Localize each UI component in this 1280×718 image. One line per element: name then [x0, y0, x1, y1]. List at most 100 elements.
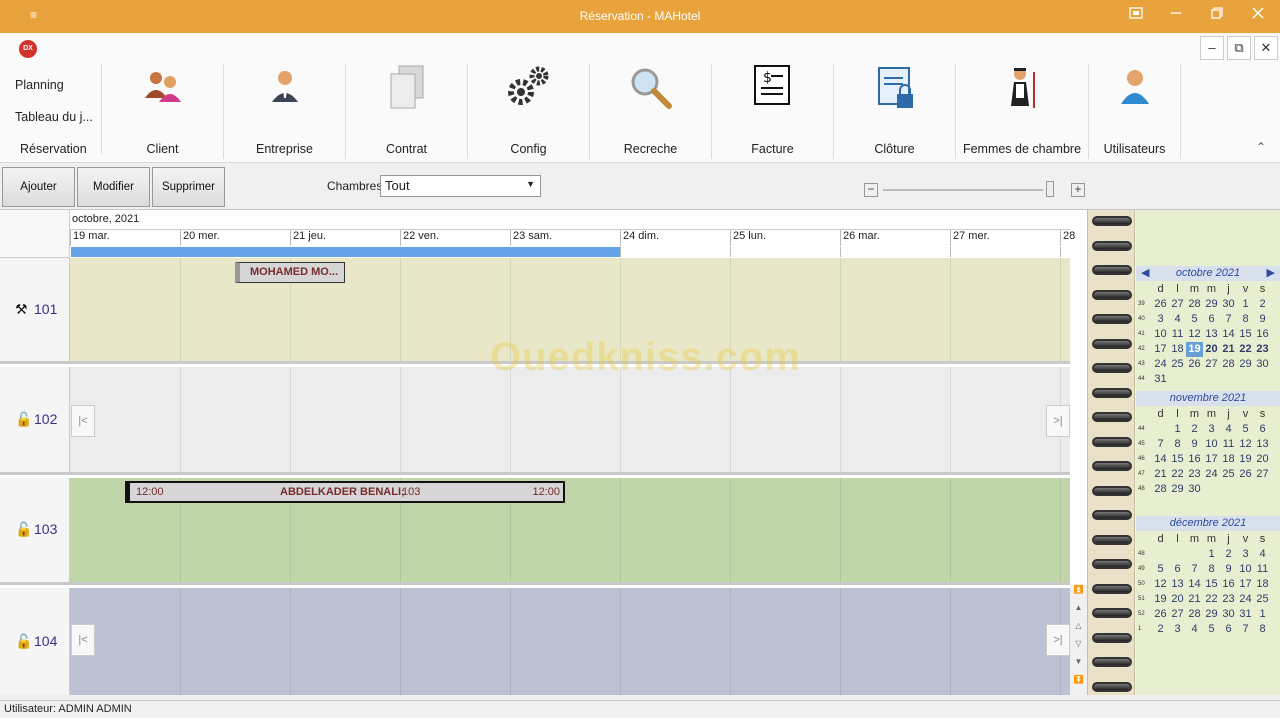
- calendar-day[interactable]: 19: [1237, 452, 1254, 467]
- calendar-day[interactable]: 27: [1169, 607, 1186, 622]
- calendar-day[interactable]: 13: [1254, 437, 1271, 452]
- day-header[interactable]: 19 mar.: [70, 230, 180, 246]
- calendar-day[interactable]: 11: [1220, 437, 1237, 452]
- ribbon-cloture-button[interactable]: Clôture: [834, 64, 956, 159]
- calendar-day[interactable]: 19: [1186, 342, 1203, 357]
- calendar-day[interactable]: 11: [1169, 327, 1186, 342]
- calendar-day[interactable]: 15: [1237, 327, 1254, 342]
- prev-appointment-button[interactable]: |<: [71, 624, 95, 656]
- mdi-close-button[interactable]: ✕: [1254, 36, 1278, 60]
- mdi-minimize-button[interactable]: –: [1200, 36, 1224, 60]
- calendar-day[interactable]: 22: [1203, 592, 1220, 607]
- close-button[interactable]: [1246, 6, 1270, 26]
- calendar-day[interactable]: 17: [1152, 342, 1169, 357]
- calendar-day[interactable]: 27: [1254, 467, 1271, 482]
- calendar-day[interactable]: 3: [1152, 312, 1169, 327]
- calendar-day[interactable]: 7: [1237, 622, 1254, 637]
- calendar-day[interactable]: 9: [1220, 562, 1237, 577]
- scroll-page-down-icon[interactable]: ▼: [1070, 657, 1087, 673]
- scroll-down-icon[interactable]: ▽: [1070, 639, 1087, 655]
- calendar-day[interactable]: 20: [1254, 452, 1271, 467]
- calendar-day[interactable]: 31: [1237, 607, 1254, 622]
- calendar-day[interactable]: 6: [1169, 562, 1186, 577]
- room-row-103[interactable]: 🔓 103 12:00 ABDELKADER BENALI; 103 12:00: [0, 478, 1070, 585]
- calendar-day[interactable]: 4: [1169, 312, 1186, 327]
- calendar-day[interactable]: 10: [1152, 327, 1169, 342]
- prev-month-icon[interactable]: ◀: [1141, 266, 1149, 281]
- calendar-day[interactable]: 23: [1220, 592, 1237, 607]
- day-header[interactable]: 24 dim.: [620, 230, 730, 246]
- calendar-day[interactable]: 6: [1254, 422, 1271, 437]
- booking-bar[interactable]: MOHAMED MO...: [235, 262, 345, 283]
- scroll-up-icon[interactable]: △: [1070, 621, 1087, 637]
- next-appointment-button[interactable]: >|: [1046, 405, 1070, 437]
- calendar-day[interactable]: 14: [1186, 577, 1203, 592]
- delete-button[interactable]: Supprimer: [152, 167, 225, 207]
- calendar-day[interactable]: 17: [1203, 452, 1220, 467]
- calendar-day[interactable]: 30: [1220, 297, 1237, 312]
- calendar-day[interactable]: 8: [1237, 312, 1254, 327]
- calendar-day[interactable]: 4: [1186, 622, 1203, 637]
- calendar-day[interactable]: 6: [1220, 622, 1237, 637]
- day-header[interactable]: 25 lun.: [730, 230, 840, 246]
- calendar-day[interactable]: 7: [1152, 437, 1169, 452]
- calendar-day[interactable]: 8: [1254, 622, 1271, 637]
- calendar-day[interactable]: 1: [1203, 547, 1220, 562]
- mdi-restore-button[interactable]: ⧉: [1227, 36, 1251, 60]
- calendar-day[interactable]: 27: [1169, 297, 1186, 312]
- calendar-day[interactable]: 16: [1186, 452, 1203, 467]
- zoom-slider-track[interactable]: [883, 189, 1043, 191]
- app-logo[interactable]: DX: [19, 40, 37, 58]
- calendar-day[interactable]: 5: [1237, 422, 1254, 437]
- calendar-day[interactable]: 23: [1186, 467, 1203, 482]
- calendar-day[interactable]: 8: [1169, 437, 1186, 452]
- calendar-day[interactable]: 25: [1169, 357, 1186, 372]
- calendar-day[interactable]: 1: [1237, 297, 1254, 312]
- calendar-day[interactable]: 29: [1203, 607, 1220, 622]
- calendar-day[interactable]: 26: [1237, 467, 1254, 482]
- modify-button[interactable]: Modifier: [77, 167, 150, 207]
- calendar-day[interactable]: 5: [1152, 562, 1169, 577]
- calendar-day[interactable]: 4: [1220, 422, 1237, 437]
- calendar-day[interactable]: 28: [1152, 482, 1169, 497]
- collapse-ribbon-icon[interactable]: ⌃: [1256, 140, 1266, 154]
- ribbon-entreprise-button[interactable]: Entreprise: [224, 64, 346, 159]
- next-month-icon[interactable]: ▶: [1267, 266, 1275, 281]
- calendar-day[interactable]: 24: [1237, 592, 1254, 607]
- calendar-day[interactable]: 23: [1254, 342, 1271, 357]
- calendar-day[interactable]: 16: [1254, 327, 1271, 342]
- menu-tableau[interactable]: Tableau du j...: [15, 110, 93, 124]
- prev-appointment-button[interactable]: |<: [71, 405, 95, 437]
- day-header[interactable]: 27 mer.: [950, 230, 1060, 246]
- room-cells[interactable]: [71, 588, 1070, 695]
- calendar-day[interactable]: 10: [1237, 562, 1254, 577]
- ribbon-client-button[interactable]: Client: [102, 64, 224, 159]
- calendar-day[interactable]: 30: [1220, 607, 1237, 622]
- calendar-day[interactable]: 30: [1254, 357, 1271, 372]
- calendar-day[interactable]: 20: [1169, 592, 1186, 607]
- calendar-day[interactable]: 28: [1186, 297, 1203, 312]
- booking-bar[interactable]: 12:00 ABDELKADER BENALI; 103 12:00: [125, 481, 565, 503]
- calendar-day[interactable]: 15: [1169, 452, 1186, 467]
- scroll-top-icon[interactable]: ⏫: [1070, 585, 1087, 601]
- minimize-button[interactable]: [1164, 6, 1188, 26]
- ribbon-femmes-button[interactable]: Femmes de chambre: [956, 64, 1089, 159]
- calendar-day[interactable]: 18: [1220, 452, 1237, 467]
- day-header[interactable]: 23 sam.: [510, 230, 620, 246]
- ribbon-contrat-button[interactable]: Contrat: [346, 64, 468, 159]
- scroll-page-up-icon[interactable]: ▲: [1070, 603, 1087, 619]
- calendar-day[interactable]: 21: [1152, 467, 1169, 482]
- calendar-day[interactable]: 21: [1220, 342, 1237, 357]
- calendar-day[interactable]: 5: [1203, 622, 1220, 637]
- calendar-day[interactable]: 22: [1169, 467, 1186, 482]
- calendar-day[interactable]: 28: [1220, 357, 1237, 372]
- calendar-day[interactable]: 29: [1169, 482, 1186, 497]
- calendar-day[interactable]: 25: [1254, 592, 1271, 607]
- calendar-day[interactable]: 12: [1237, 437, 1254, 452]
- room-cells[interactable]: [71, 367, 1070, 472]
- room-row-104[interactable]: 🔓 104 |< >|: [0, 588, 1070, 695]
- calendar-day[interactable]: 1: [1254, 607, 1271, 622]
- calendar-day[interactable]: 13: [1169, 577, 1186, 592]
- next-appointment-button[interactable]: >|: [1046, 624, 1070, 656]
- ribbon-recherche-button[interactable]: Recreche: [590, 64, 712, 159]
